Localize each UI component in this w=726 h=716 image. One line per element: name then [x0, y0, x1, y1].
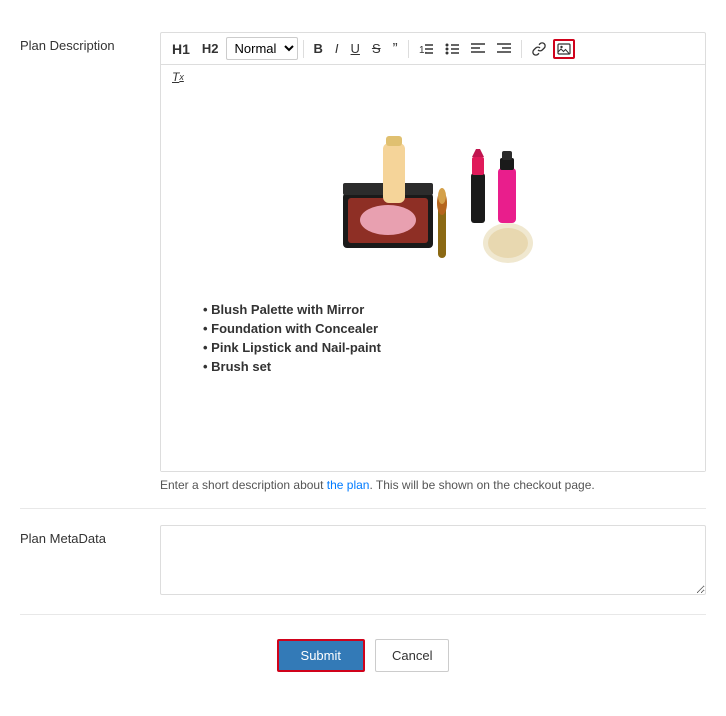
bold-button[interactable]: B [309, 38, 328, 59]
underline-button[interactable]: U [346, 38, 365, 59]
h2-button[interactable]: H2 [197, 38, 224, 59]
list-item-2: Foundation with Concealer [203, 321, 693, 336]
editor-area: H1 H2 Normal B I U S ” 1. [160, 32, 706, 492]
clear-format-button[interactable]: Tx [167, 67, 189, 87]
editor-hint: Enter a short description about the plan… [160, 478, 706, 492]
list-item-1: Blush Palette with Mirror [203, 302, 693, 317]
list-item-3: Pink Lipstick and Nail-paint [203, 340, 693, 355]
product-list: Blush Palette with Mirror Foundation wit… [203, 302, 693, 374]
unordered-list-button[interactable] [440, 39, 464, 59]
form-container: Plan Description H1 H2 Normal B I U S ” [0, 0, 726, 704]
link-button[interactable] [527, 39, 551, 59]
strikethrough-button[interactable]: S [367, 38, 386, 59]
separator-3 [521, 40, 522, 58]
separator-2 [408, 40, 409, 58]
plan-description-label: Plan Description [20, 32, 160, 53]
ordered-list-button[interactable]: 1. [414, 39, 438, 59]
cosmetics-svg [323, 103, 543, 283]
cosmetics-image-container [173, 103, 693, 286]
format-select[interactable]: Normal [226, 37, 298, 60]
plan-description-row: Plan Description H1 H2 Normal B I U S ” [20, 16, 706, 509]
list-item-4: Brush set [203, 359, 693, 374]
link-icon [532, 42, 546, 56]
ul-icon [445, 42, 459, 56]
plan-metadata-label: Plan MetaData [20, 525, 160, 546]
ol-icon: 1. [419, 42, 433, 56]
editor-toolbar: H1 H2 Normal B I U S ” 1. [161, 33, 705, 65]
align-left-icon [471, 42, 485, 56]
image-icon [557, 42, 571, 56]
image-button[interactable] [553, 39, 575, 59]
submit-button[interactable]: Submit [277, 639, 365, 672]
form-actions: Submit Cancel [20, 615, 706, 688]
editor-content[interactable]: Blush Palette with Mirror Foundation wit… [161, 91, 705, 471]
hint-link: the plan [327, 478, 370, 492]
cancel-button[interactable]: Cancel [375, 639, 449, 672]
svg-text:1.: 1. [419, 45, 427, 56]
plan-metadata-row: Plan MetaData [20, 509, 706, 615]
metadata-textarea[interactable] [160, 525, 706, 595]
h1-button[interactable]: H1 [167, 38, 195, 60]
italic-button[interactable]: I [330, 38, 344, 59]
metadata-control [160, 525, 706, 598]
editor-wrapper: H1 H2 Normal B I U S ” 1. [160, 32, 706, 472]
align-right-icon [497, 42, 511, 56]
separator-1 [303, 40, 304, 58]
editor-toolbar-row2: Tx [161, 65, 705, 91]
align-left-button[interactable] [466, 39, 490, 59]
blockquote-button[interactable]: ” [388, 37, 403, 60]
align-right-button[interactable] [492, 39, 516, 59]
